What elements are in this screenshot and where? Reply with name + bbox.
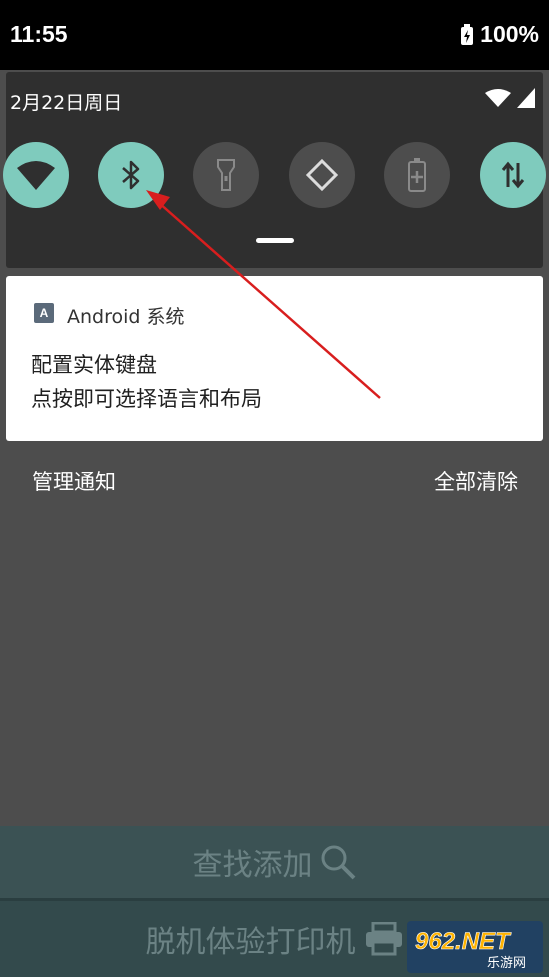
watermark-subtitle: 乐游网 bbox=[487, 956, 526, 971]
offline-print-label: 脱机体验打印机 bbox=[145, 925, 356, 960]
wifi-signal-icon bbox=[485, 89, 511, 107]
bluetooth-icon bbox=[122, 160, 140, 190]
notification-text: 点按即可选择语言和布局 bbox=[31, 387, 262, 411]
battery-charging-icon bbox=[461, 23, 474, 45]
notification-card[interactable]: A Android 系统 配置实体键盘 点按即可选择语言和布局 bbox=[6, 276, 543, 441]
watermark-brand: 962.NET bbox=[415, 928, 512, 955]
find-add-label: 查找添加 bbox=[192, 848, 313, 883]
printer-icon bbox=[365, 922, 402, 956]
search-icon bbox=[321, 845, 355, 880]
quick-settings-panel: 2月22日周日 bbox=[3, 72, 546, 268]
status-bar: 11:55 100% bbox=[0, 0, 549, 70]
clear-all-button[interactable]: 全部清除 bbox=[434, 466, 518, 496]
battery-saver-icon bbox=[408, 158, 426, 192]
flashlight-tile[interactable] bbox=[193, 142, 259, 208]
qs-drag-handle[interactable] bbox=[256, 238, 294, 243]
notification-app-name: Android 系统 bbox=[67, 306, 185, 328]
find-add-button: 查找添加 bbox=[0, 826, 549, 898]
android-system-icon: A bbox=[34, 303, 54, 323]
qs-date[interactable]: 2月22日周日 bbox=[10, 88, 122, 115]
flashlight-icon bbox=[217, 159, 235, 191]
wifi-tile[interactable] bbox=[3, 142, 69, 208]
wifi-icon bbox=[17, 161, 55, 190]
bluetooth-tile[interactable] bbox=[98, 142, 164, 208]
cell-signal-icon bbox=[517, 88, 535, 108]
manage-notifications-button[interactable]: 管理通知 bbox=[32, 466, 116, 496]
data-arrows-icon bbox=[501, 161, 525, 189]
mobile-data-tile[interactable] bbox=[480, 142, 546, 208]
notification-title: 配置实体键盘 bbox=[31, 353, 157, 377]
watermark-logo: 962.NET 乐游网 bbox=[407, 921, 543, 973]
rotate-icon bbox=[305, 158, 339, 192]
status-time: 11:55 bbox=[10, 21, 68, 47]
battery-saver-tile[interactable] bbox=[384, 142, 450, 208]
battery-percent: 100% bbox=[480, 21, 539, 47]
qs-status-icons bbox=[485, 88, 535, 108]
status-right: 100% bbox=[460, 21, 539, 48]
auto-rotate-tile[interactable] bbox=[289, 142, 355, 208]
